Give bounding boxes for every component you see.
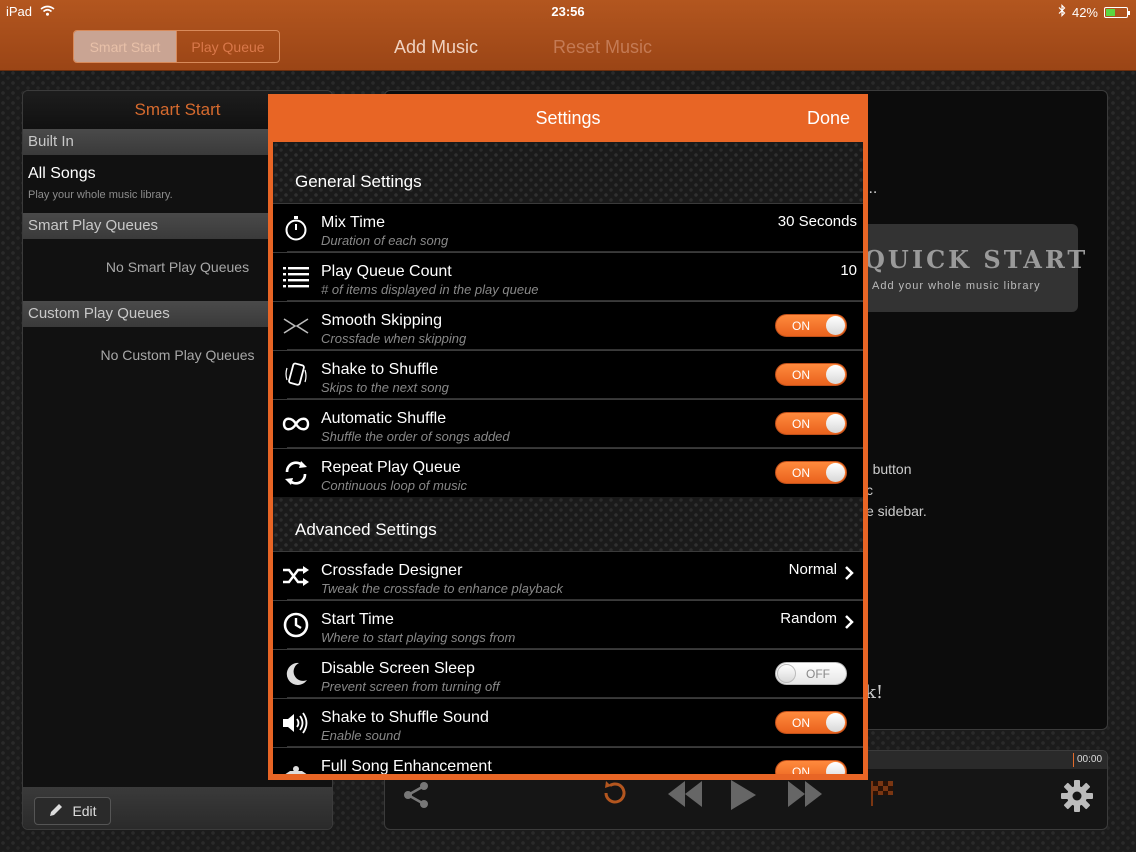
- top-bar: iPad 23:56 42% Smart Start Play Queue Ad…: [0, 0, 1136, 71]
- status-right: 42%: [1058, 4, 1130, 20]
- battery-percent: 42%: [1071, 4, 1098, 20]
- general-settings-header: General Settings: [295, 172, 422, 191]
- mode-segmented-control: Smart Start Play Queue: [73, 30, 280, 63]
- setting-subtitle: Shuffle the order of songs added: [321, 429, 510, 444]
- moon-icon: [282, 660, 310, 688]
- chevron-right-icon: [843, 565, 855, 581]
- bluetooth-icon: [1058, 4, 1066, 20]
- repeat-play-queue-toggle[interactable]: ON: [775, 461, 847, 484]
- setting-title: Play Queue Count: [321, 263, 452, 280]
- reset-music-button[interactable]: Reset Music: [553, 37, 652, 58]
- pencil-icon: [48, 802, 64, 821]
- crossfade-icon: [282, 312, 310, 340]
- stopwatch-icon: [282, 214, 310, 242]
- add-music-button[interactable]: Add Music: [394, 37, 478, 58]
- setting-title: Repeat Play Queue: [321, 459, 461, 476]
- enhancement-icon: [282, 758, 310, 774]
- repeat-icon: [282, 459, 310, 487]
- setting-row-disable-screen-sleep[interactable]: Disable Screen Sleep Prevent screen from…: [273, 649, 863, 698]
- setting-title: Smooth Skipping: [321, 312, 442, 329]
- setting-subtitle: Prevent screen from turning off: [321, 679, 500, 694]
- segment-play-queue[interactable]: Play Queue: [176, 31, 279, 62]
- background-text-line3: e sidebar.: [866, 503, 927, 519]
- setting-title: Start Time: [321, 611, 394, 628]
- setting-subtitle: Skips to the next song: [321, 380, 449, 395]
- speaker-icon: [282, 709, 310, 737]
- setting-title: Mix Time: [321, 214, 385, 231]
- shake-to-shuffle-sound-toggle[interactable]: ON: [775, 711, 847, 734]
- setting-row-smooth-skipping[interactable]: Smooth Skipping Crossfade when skipping …: [273, 301, 863, 350]
- settings-body[interactable]: General Settings Mix Time Duration of ea…: [273, 142, 863, 774]
- setting-row-shake-to-shuffle-sound[interactable]: Shake to Shuffle Sound Enable sound ON: [273, 698, 863, 747]
- setting-title: Shake to Shuffle: [321, 361, 439, 378]
- setting-value: Normal: [788, 561, 837, 578]
- toggle-state: ON: [792, 716, 810, 730]
- setting-value: Random: [780, 610, 837, 627]
- setting-subtitle: Crossfade when skipping: [321, 331, 467, 346]
- setting-title: Shake to Shuffle Sound: [321, 709, 489, 726]
- battery-icon: [1104, 6, 1130, 18]
- toggle-state: ON: [792, 765, 810, 774]
- gear-icon[interactable]: [1059, 779, 1095, 813]
- setting-subtitle: Where to start playing songs from: [321, 630, 516, 645]
- setting-row-automatic-shuffle[interactable]: Automatic Shuffle Shuffle the order of s…: [273, 399, 863, 448]
- toggle-state: ON: [792, 319, 810, 333]
- share-icon[interactable]: [399, 779, 433, 811]
- setting-subtitle: Duration of each song: [321, 233, 449, 248]
- setting-subtitle: Continuous loop of music: [321, 478, 467, 493]
- shuffle-icon: [282, 562, 310, 590]
- replay-icon[interactable]: [597, 779, 631, 807]
- full-song-enhancement-toggle[interactable]: ON: [775, 760, 847, 774]
- fast-forward-icon[interactable]: [785, 779, 825, 809]
- shake-phone-icon: [282, 361, 310, 389]
- setting-subtitle: Tweak the crossfade to enhance playback: [321, 581, 563, 596]
- setting-value: 10: [840, 262, 857, 279]
- segment-smart-start[interactable]: Smart Start: [74, 31, 176, 62]
- setting-title: Full Song Enhancement: [321, 758, 492, 774]
- automatic-shuffle-toggle[interactable]: ON: [775, 412, 847, 435]
- setting-subtitle: Enable sound: [321, 728, 401, 743]
- settings-title: Settings: [535, 108, 601, 128]
- toggle-state: ON: [792, 417, 810, 431]
- finish-flag-icon[interactable]: [867, 779, 897, 807]
- clock-icon: [282, 611, 310, 639]
- rewind-icon[interactable]: [665, 779, 705, 809]
- toggle-state: ON: [792, 466, 810, 480]
- play-icon[interactable]: [725, 779, 761, 811]
- quick-start-title: QUICK START: [864, 245, 1089, 274]
- setting-row-crossfade-designer[interactable]: Crossfade Designer Tweak the crossfade t…: [273, 551, 863, 600]
- setting-row-shake-to-shuffle[interactable]: Shake to Shuffle Skips to the next song …: [273, 350, 863, 399]
- setting-title: Crossfade Designer: [321, 562, 463, 579]
- smooth-skipping-toggle[interactable]: ON: [775, 314, 847, 337]
- list-icon: [282, 263, 310, 291]
- chevron-right-icon: [843, 614, 855, 630]
- setting-title: Disable Screen Sleep: [321, 660, 475, 677]
- setting-value: 30 Seconds: [777, 213, 857, 230]
- setting-title: Automatic Shuffle: [321, 410, 447, 427]
- background-text-line1: ' button: [866, 461, 912, 477]
- settings-header: Settings Done: [268, 94, 868, 142]
- advanced-settings-header: Advanced Settings: [295, 520, 437, 539]
- edit-label: Edit: [72, 803, 97, 819]
- setting-row-play-queue-count[interactable]: Play Queue Count # of items displayed in…: [273, 252, 863, 301]
- done-button[interactable]: Done: [807, 108, 850, 129]
- toggle-state: OFF: [806, 667, 830, 681]
- setting-row-repeat-play-queue[interactable]: Repeat Play Queue Continuous loop of mus…: [273, 448, 863, 497]
- quick-start-subtitle: Add your whole music library: [872, 280, 1041, 292]
- status-time: 23:56: [551, 4, 585, 19]
- disable-screen-sleep-toggle[interactable]: OFF: [775, 662, 847, 685]
- setting-row-mix-time[interactable]: Mix Time Duration of each song 30 Second…: [273, 203, 863, 252]
- setting-row-start-time[interactable]: Start Time Where to start playing songs …: [273, 600, 863, 649]
- infinity-icon: [282, 410, 310, 438]
- toggle-state: ON: [792, 368, 810, 382]
- setting-row-full-song-enhancement[interactable]: Full Song Enhancement ON: [273, 747, 863, 774]
- elapsed-time: 00:00: [1073, 753, 1105, 767]
- shake-to-shuffle-toggle[interactable]: ON: [775, 363, 847, 386]
- edit-button[interactable]: Edit: [34, 797, 111, 825]
- settings-modal: Settings Done General Settings Mix Time …: [268, 94, 868, 780]
- setting-subtitle: # of items displayed in the play queue: [321, 282, 539, 297]
